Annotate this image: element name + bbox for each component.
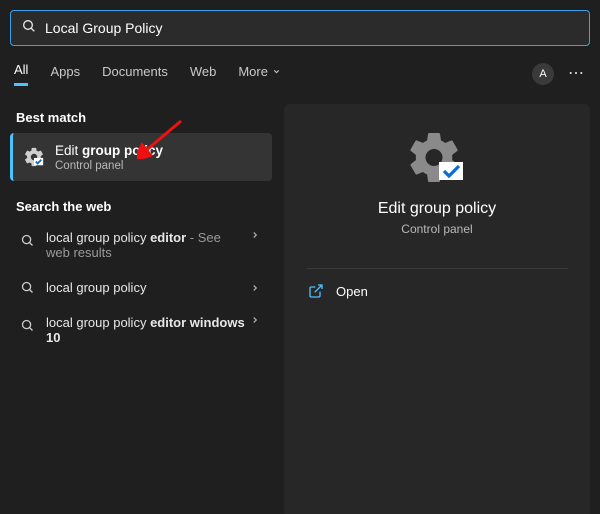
tab-documents[interactable]: Documents [102,64,168,85]
section-best-match: Best match [16,110,272,125]
preview-title: Edit group policy [378,200,496,218]
web-result-text: local group policy editor windows 10 [46,315,246,345]
avatar[interactable]: A [532,63,554,85]
tabs-row: All Apps Documents Web More A ⋯ [10,62,590,86]
chevron-right-icon [246,283,264,293]
search-box[interactable] [10,10,590,46]
best-match-result[interactable]: Edit group policy Control panel [10,133,272,181]
gear-icon [405,130,469,186]
search-icon [16,280,38,295]
chevron-right-icon [246,230,264,240]
content-area: Best match Edit group policy Control pan… [10,104,590,514]
web-result-item[interactable]: local group policy editor - See web resu… [10,222,272,268]
gear-icon [23,146,45,168]
best-match-title-pre: Edit [55,143,82,158]
preview-pane: Edit group policy Control panel Open [284,104,590,514]
chevron-down-icon [272,64,281,79]
search-icon [16,233,38,248]
results-column: Best match Edit group policy Control pan… [10,104,280,514]
tab-web[interactable]: Web [190,64,217,85]
search-input[interactable] [45,20,579,36]
search-icon [16,318,38,333]
open-label: Open [336,284,368,299]
section-search-web: Search the web [16,199,272,214]
tab-all[interactable]: All [14,62,28,86]
open-icon [308,283,324,299]
web-result-text: local group policy [46,280,246,295]
tab-more-label: More [238,64,268,79]
more-options-icon[interactable]: ⋯ [568,66,586,82]
web-result-item[interactable]: local group policy editor windows 10 [10,307,272,353]
tab-more[interactable]: More [238,64,281,85]
best-match-subtitle: Control panel [55,160,163,172]
search-icon [21,18,37,39]
best-match-title-bold: group policy [82,143,163,158]
preview-subtitle: Control panel [401,222,472,236]
preview-header: Edit group policy Control panel [284,126,590,254]
web-result-text: local group policy editor - See web resu… [46,230,246,260]
web-result-item[interactable]: local group policy [10,272,272,303]
open-action[interactable]: Open [284,269,590,313]
chevron-right-icon [246,315,264,325]
best-match-text: Edit group policy Control panel [55,143,163,172]
tab-apps[interactable]: Apps [50,64,80,85]
